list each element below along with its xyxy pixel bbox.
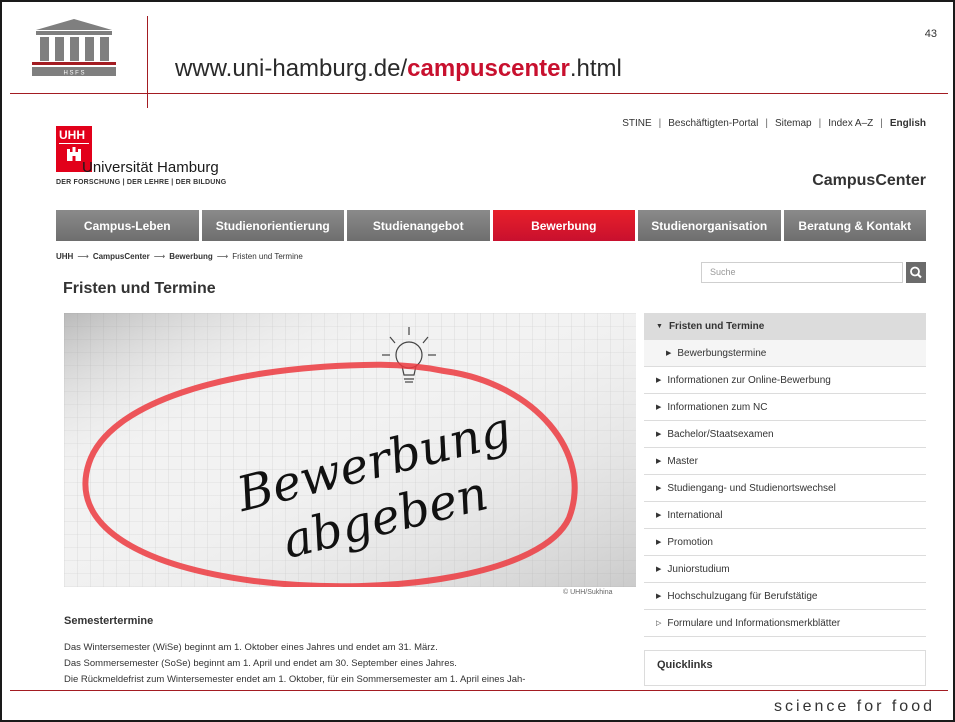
side-nav-nc[interactable]: ▶ Informationen zum NC [644, 394, 926, 421]
triangle-right-icon: ▶ [656, 512, 662, 519]
side-nav-bachelor[interactable]: ▶ Bachelor/Staatsexamen [644, 421, 926, 448]
side-nav-fristen-und-termine[interactable]: ▼ Fristen und Termine [644, 313, 926, 340]
side-nav-hochschulzugang[interactable]: ▶ Hochschulzugang für Berufstätige [644, 583, 926, 610]
triangle-right-icon: ▶ [656, 458, 662, 465]
section-title: Semestertermine [64, 615, 154, 627]
side-nav-promotion[interactable]: ▶ Promotion [644, 529, 926, 556]
search-icon [910, 266, 922, 279]
footer-divider [10, 690, 948, 691]
university-motto: DER FORSCHUNG | DER LEHRE | DER BILDUNG [56, 179, 227, 186]
arrow-right-icon: ⟶ [216, 252, 229, 261]
triangle-right-icon: ▶ [656, 377, 662, 384]
url-suffix: .html [569, 55, 622, 82]
slide-tagline: science for food [774, 698, 935, 715]
main-nav: Campus-Leben Studienorientierung Studien… [56, 210, 926, 241]
image-credit: © UHH/Sukhina [563, 589, 613, 596]
triangle-right-icon: ▶ [656, 593, 662, 600]
header-horizontal-divider [10, 93, 948, 94]
hsfs-logo-text: H S F S [63, 71, 84, 77]
triangle-right-outline-icon: ▷ [656, 620, 662, 627]
url-prefix: www.uni-hamburg.de/ [175, 55, 408, 82]
quicklinks-title: Quicklinks [657, 659, 713, 671]
nav-tab-studienorientierung[interactable]: Studienorientierung [201, 210, 344, 241]
nav-tab-beratung-kontakt[interactable]: Beratung & Kontakt [783, 210, 926, 241]
top-nav-sitemap[interactable]: Sitemap [775, 118, 812, 129]
nav-tab-campus-leben[interactable]: Campus-Leben [56, 210, 199, 241]
triangle-right-icon: ▶ [656, 539, 662, 546]
slide: H S F S www.uni-hamburg.de/campuscenter.… [0, 0, 955, 722]
breadcrumb-current: Fristen und Termine [232, 252, 303, 261]
quicklinks-box: Quicklinks [644, 650, 926, 686]
side-nav: ▼ Fristen und Termine ▶ Bewerbungstermine … [644, 313, 926, 637]
side-nav-online-bewerbung[interactable]: ▶ Informationen zur Online-Bewerbung [644, 367, 926, 394]
side-nav-formulare[interactable]: ▷ Formulare und Informationsmerkblätter [644, 610, 926, 637]
slide-url: www.uni-hamburg.de/campuscenter.html [175, 55, 622, 83]
paragraph-line: Das Sommersemester (SoSe) beginnt am 1. … [64, 658, 457, 669]
breadcrumb-campuscenter[interactable]: CampusCenter [93, 252, 150, 261]
page-title: Fristen und Termine [63, 280, 216, 297]
arrow-right-icon: ⟶ [153, 252, 166, 261]
triangle-right-icon: ▶ [656, 485, 662, 492]
paragraph-line: Die Rückmeldefrist zum Wintersemester en… [64, 674, 526, 685]
top-nav-stine[interactable]: STINE [622, 118, 651, 129]
top-nav-english[interactable]: English [890, 118, 926, 129]
paragraph-line: Das Wintersemester (WiSe) beginnt am 1. … [64, 642, 438, 653]
castle-icon [67, 147, 81, 161]
url-highlight: campuscenter [407, 55, 570, 82]
breadcrumb: UHH ⟶ CampusCenter ⟶ Bewerbung ⟶ Fristen und T… [56, 252, 303, 261]
side-nav-bewerbungstermine[interactable]: ▶ Bewerbungstermine [644, 340, 926, 367]
side-nav-international[interactable]: ▶ International [644, 502, 926, 529]
nav-tab-bewerbung[interactable]: Bewerbung [492, 210, 635, 241]
university-name: Universität Hamburg [82, 159, 219, 176]
nav-tab-studienorganisation[interactable]: Studienorganisation [638, 210, 781, 241]
top-nav-index[interactable]: Index A–Z [828, 118, 873, 129]
university-logo-text: UHH [59, 128, 85, 142]
triangle-right-icon: ▶ [656, 404, 662, 411]
header-vertical-divider [147, 16, 148, 108]
side-nav-juniorstudium[interactable]: ▶ Juniorstudium [644, 556, 926, 583]
triangle-down-icon: ▼ [656, 322, 663, 330]
triangle-right-icon: ▶ [656, 431, 662, 438]
top-nav: STINE | Beschäftigten-Portal | Sitemap | Index… [622, 118, 926, 129]
top-nav-portal[interactable]: Beschäftigten-Portal [668, 118, 758, 129]
slide-page-number: 43 [924, 28, 937, 40]
side-nav-studiengangswechsel[interactable]: ▶ Studiengang- und Studienortswechsel [644, 475, 926, 502]
arrow-right-icon: ⟶ [77, 252, 89, 261]
web-page: STINE | Beschäftigten-Portal | Sitemap | Index… [54, 110, 928, 689]
search-button[interactable] [906, 262, 926, 283]
hero-image: Bewerbung abgeben [64, 313, 636, 587]
triangle-right-icon: ▶ [656, 566, 662, 573]
nav-tab-studienangebot[interactable]: Studienangebot [347, 210, 490, 241]
breadcrumb-uhh[interactable]: UHH [56, 252, 73, 261]
breadcrumb-bewerbung[interactable]: Bewerbung [169, 252, 213, 261]
site-name: CampusCenter [812, 172, 926, 189]
search-input[interactable]: Suche [701, 262, 903, 283]
triangle-right-icon: ▶ [666, 350, 672, 357]
hsfs-logo: H S F S [32, 19, 116, 77]
side-nav-master[interactable]: ▶ Master [644, 448, 926, 475]
